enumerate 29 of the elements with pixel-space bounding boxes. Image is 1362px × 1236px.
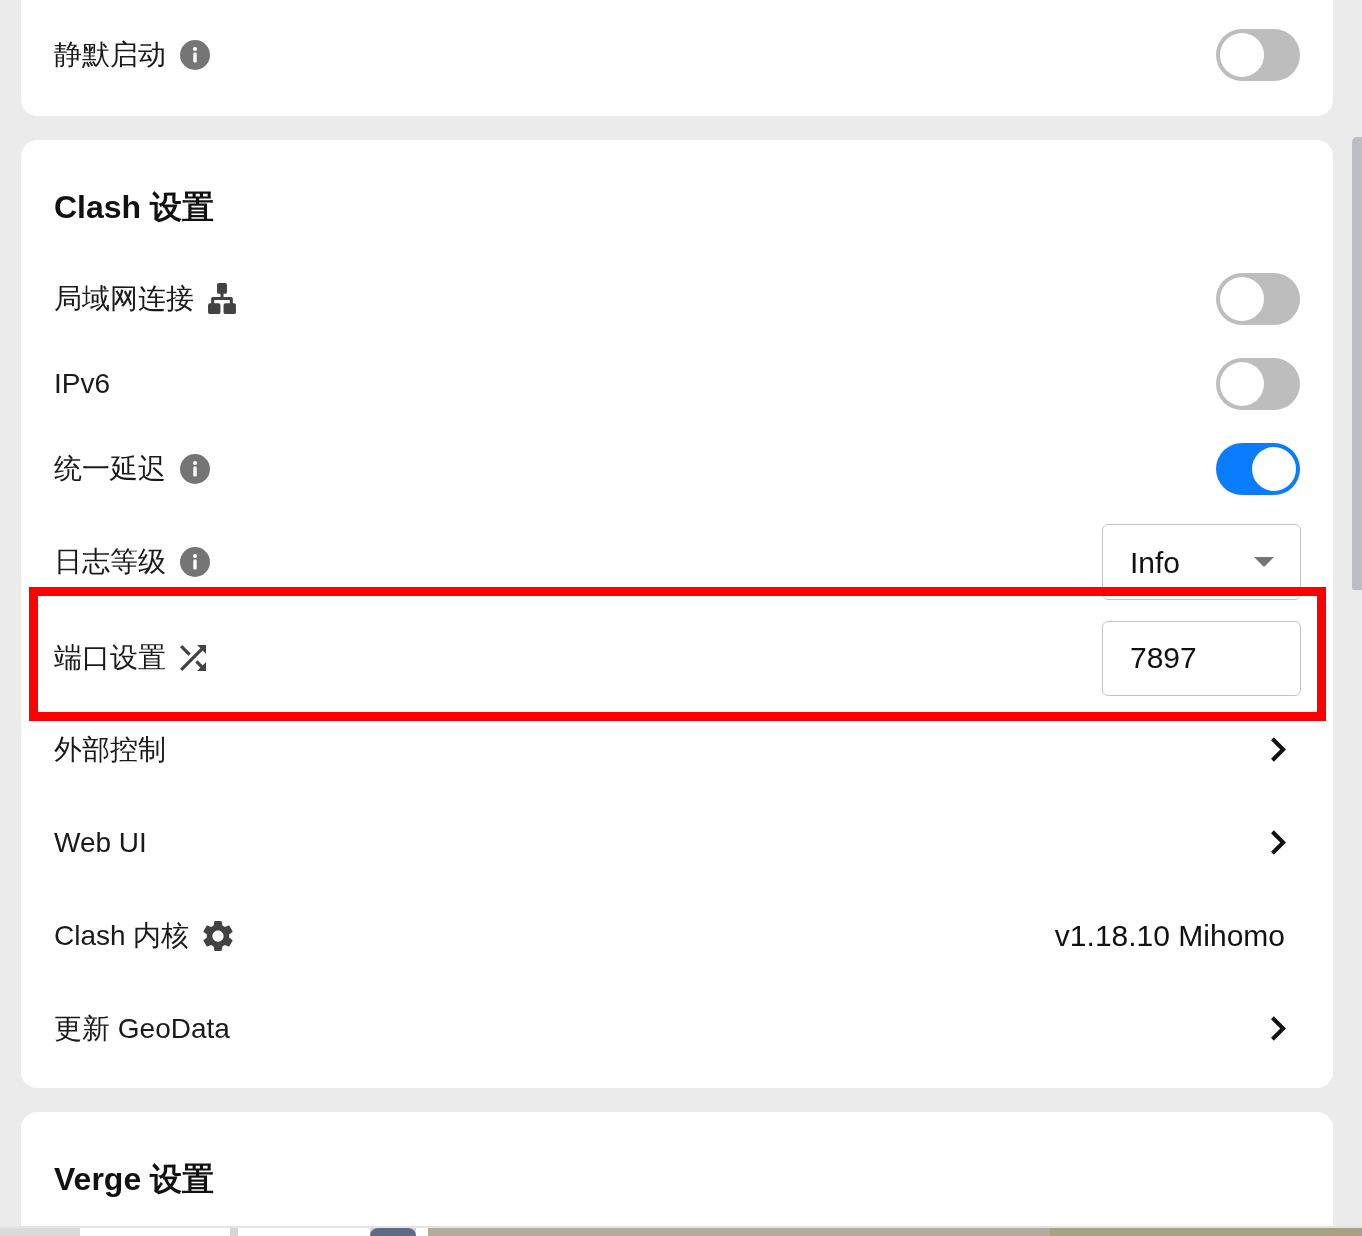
info-icon[interactable]	[180, 453, 210, 484]
chevron-right-icon[interactable]	[1271, 1016, 1286, 1041]
toggle-switch[interactable]	[1216, 357, 1300, 410]
section-title: Clash 设置	[54, 190, 215, 224]
version-text: v1.18.10 Mihomo	[1054, 918, 1285, 954]
toggle-switch[interactable]	[1216, 28, 1300, 81]
section-title: Verge 设置	[54, 1162, 215, 1196]
setting-label: Web UI	[54, 825, 147, 860]
info-icon[interactable]	[180, 39, 210, 70]
toggle-switch[interactable]	[1216, 272, 1300, 325]
setting-label: 日志等级	[54, 545, 166, 579]
setting-label: Clash 内核	[54, 918, 190, 953]
chevron-right-icon[interactable]	[1271, 830, 1286, 855]
setting-label: 统一延迟	[54, 451, 166, 486]
toggle-switch[interactable]	[1216, 442, 1300, 495]
settings-icon[interactable]	[203, 920, 234, 951]
setting-label: 静默启动	[54, 37, 166, 72]
setting-label: 端口设置	[54, 641, 166, 675]
port-input[interactable]: 7897	[1102, 620, 1301, 696]
setting-label: 局域网连接	[54, 281, 194, 316]
shuffle-icon[interactable]	[180, 645, 206, 671]
caret-icon	[1254, 557, 1274, 567]
setting-label: IPv6	[54, 366, 111, 401]
network-icon[interactable]	[208, 283, 236, 314]
setting-label: 更新 GeoData	[54, 1011, 230, 1046]
setting-label: 外部控制	[54, 732, 166, 767]
chevron-right-icon[interactable]	[1271, 737, 1286, 762]
info-icon[interactable]	[180, 547, 210, 577]
scrollbar-thumb[interactable]	[1352, 137, 1362, 590]
